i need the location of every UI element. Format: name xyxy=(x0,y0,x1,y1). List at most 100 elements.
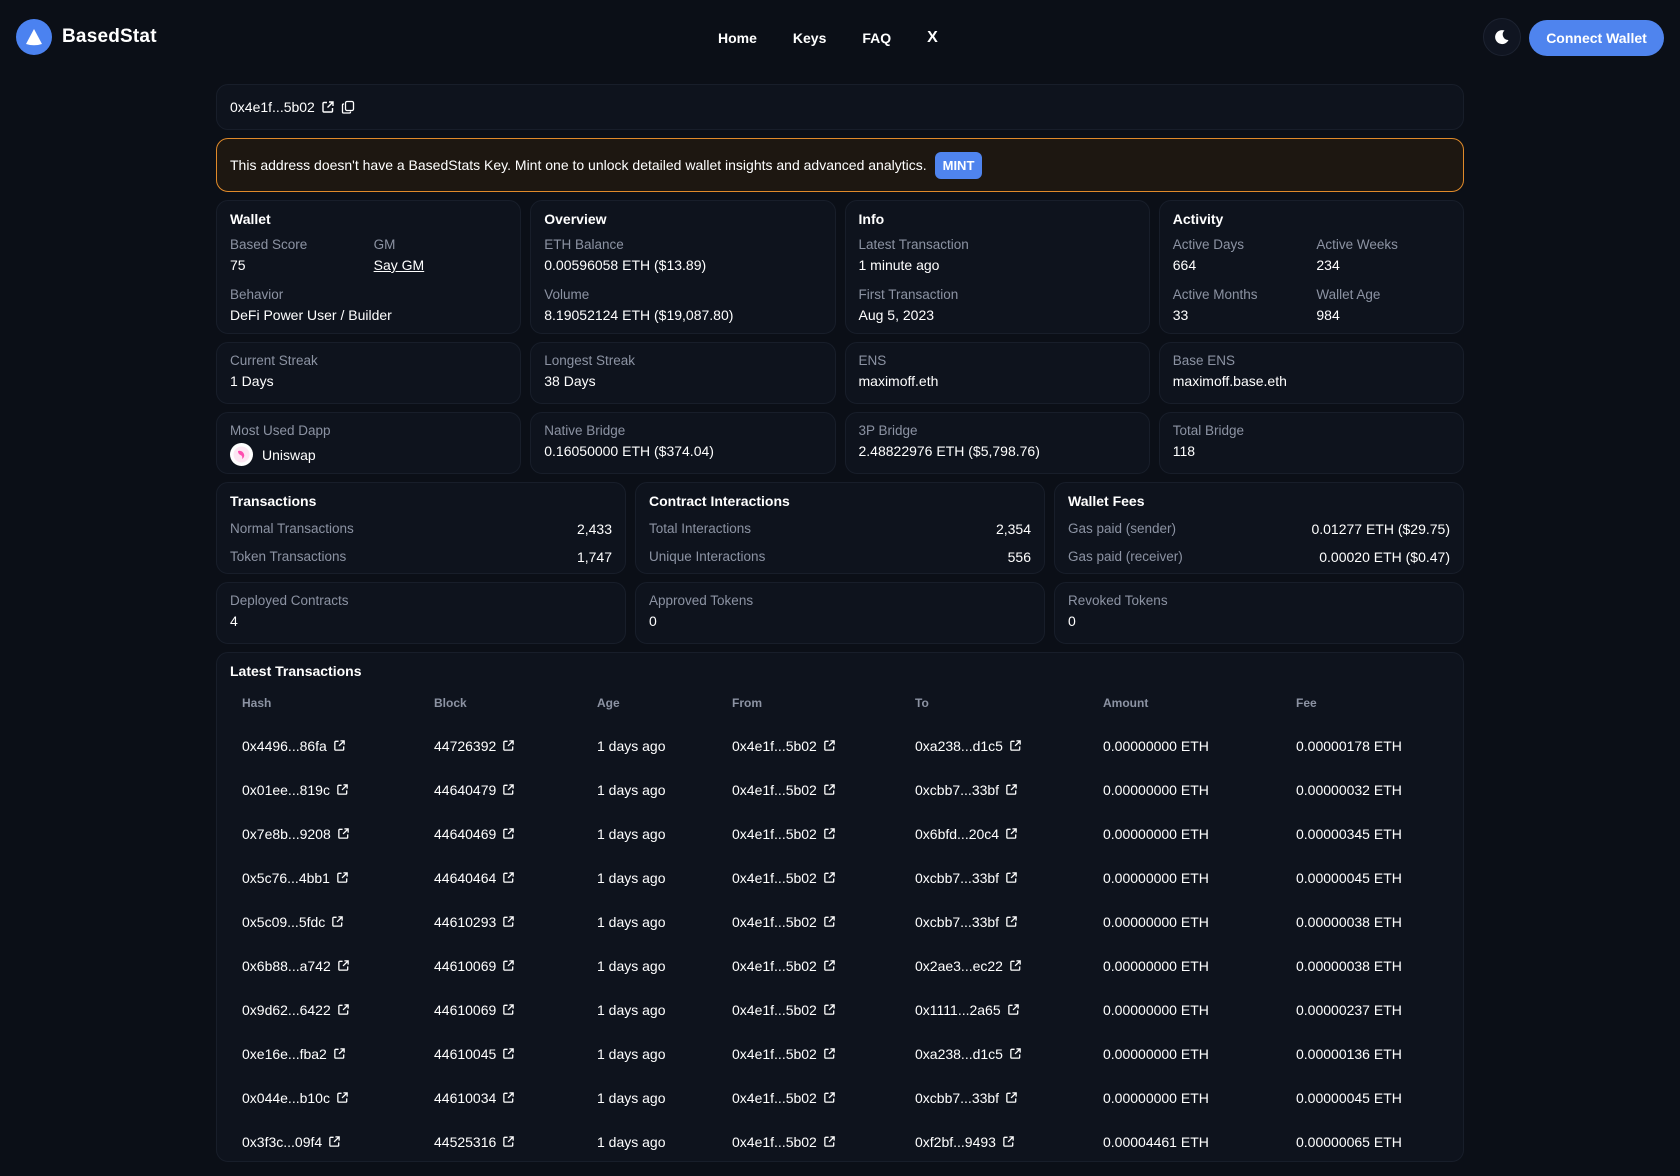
external-link-icon[interactable] xyxy=(337,959,350,972)
external-link-icon[interactable] xyxy=(337,827,350,840)
external-link-icon[interactable] xyxy=(1005,1091,1018,1104)
external-link-icon[interactable] xyxy=(502,1003,515,1016)
external-link-icon[interactable] xyxy=(823,1135,836,1148)
external-link-icon[interactable] xyxy=(502,827,515,840)
copy-icon[interactable] xyxy=(341,100,355,114)
external-link-icon[interactable] xyxy=(337,1003,350,1016)
external-link-icon[interactable] xyxy=(502,739,515,752)
from-value[interactable]: 0x4e1f...5b02 xyxy=(732,826,817,842)
hash-value[interactable]: 0x5c76...4bb1 xyxy=(242,870,330,886)
external-link-icon[interactable] xyxy=(502,1091,515,1104)
to-value[interactable]: 0xf2bf...9493 xyxy=(915,1134,996,1150)
brand[interactable]: BasedStat xyxy=(16,19,157,55)
external-link-icon[interactable] xyxy=(502,783,515,796)
external-link-icon[interactable] xyxy=(502,915,515,928)
external-link-icon[interactable] xyxy=(336,783,349,796)
external-link-icon[interactable] xyxy=(502,1047,515,1060)
to-value[interactable]: 0xa238...d1c5 xyxy=(915,1046,1003,1062)
block-value[interactable]: 44610034 xyxy=(434,1090,496,1106)
longest-streak-card: Longest Streak 38 Days xyxy=(530,342,836,404)
cell-from: 0x4e1f...5b02 xyxy=(720,988,903,1032)
external-link-icon[interactable] xyxy=(336,1091,349,1104)
external-link-icon[interactable] xyxy=(502,1135,515,1148)
from-value[interactable]: 0x4e1f...5b02 xyxy=(732,782,817,798)
external-link-icon[interactable] xyxy=(321,100,335,114)
to-value[interactable]: 0xcbb7...33bf xyxy=(915,914,999,930)
from-value[interactable]: 0x4e1f...5b02 xyxy=(732,1002,817,1018)
cell-hash: 0x01ee...819c xyxy=(230,768,422,812)
from-value[interactable]: 0x4e1f...5b02 xyxy=(732,1090,817,1106)
block-value[interactable]: 44525316 xyxy=(434,1134,496,1150)
hash-value[interactable]: 0x3f3c...09f4 xyxy=(242,1134,322,1150)
block-value[interactable]: 44610069 xyxy=(434,958,496,974)
x-social-icon[interactable]: X xyxy=(927,29,938,47)
external-link-icon[interactable] xyxy=(1005,783,1018,796)
external-link-icon[interactable] xyxy=(502,959,515,972)
block-value[interactable]: 44726392 xyxy=(434,738,496,754)
external-link-icon[interactable] xyxy=(823,827,836,840)
external-link-icon[interactable] xyxy=(1009,959,1022,972)
external-link-icon[interactable] xyxy=(823,915,836,928)
hash-value[interactable]: 0x5c09...5fdc xyxy=(242,914,325,930)
external-link-icon[interactable] xyxy=(502,871,515,884)
external-link-icon[interactable] xyxy=(1002,1135,1015,1148)
external-link-icon[interactable] xyxy=(1009,1047,1022,1060)
wallet-address[interactable]: 0x4e1f...5b02 xyxy=(230,99,315,115)
to-value[interactable]: 0x2ae3...ec22 xyxy=(915,958,1003,974)
to-value[interactable]: 0x1111...2a65 xyxy=(915,1002,1001,1018)
connect-wallet-button[interactable]: Connect Wallet xyxy=(1529,20,1664,56)
external-link-icon[interactable] xyxy=(823,783,836,796)
hash-value[interactable]: 0xe16e...fba2 xyxy=(242,1046,327,1062)
block-value[interactable]: 44610045 xyxy=(434,1046,496,1062)
external-link-icon[interactable] xyxy=(333,1047,346,1060)
nav-keys[interactable]: Keys xyxy=(793,30,826,46)
external-link-icon[interactable] xyxy=(823,871,836,884)
base-ens-value: maximoff.base.eth xyxy=(1172,373,1287,389)
from-value[interactable]: 0x4e1f...5b02 xyxy=(732,914,817,930)
say-gm-link[interactable]: Say GM xyxy=(374,257,508,273)
external-link-icon[interactable] xyxy=(333,739,346,752)
total-bridge-value: 118 xyxy=(1172,443,1196,459)
hash-value[interactable]: 0x01ee...819c xyxy=(242,782,330,798)
from-value[interactable]: 0x4e1f...5b02 xyxy=(732,958,817,974)
mint-button[interactable]: MINT xyxy=(934,151,983,179)
external-link-icon[interactable] xyxy=(1009,739,1022,752)
theme-toggle-button[interactable] xyxy=(1483,18,1521,56)
external-link-icon[interactable] xyxy=(336,871,349,884)
external-link-icon[interactable] xyxy=(823,1047,836,1060)
block-value[interactable]: 44640469 xyxy=(434,826,496,842)
external-link-icon[interactable] xyxy=(823,959,836,972)
from-value[interactable]: 0x4e1f...5b02 xyxy=(732,738,817,754)
external-link-icon[interactable] xyxy=(1005,915,1018,928)
external-link-icon[interactable] xyxy=(823,1091,836,1104)
hash-value[interactable]: 0x044e...b10c xyxy=(242,1090,330,1106)
to-value[interactable]: 0xcbb7...33bf xyxy=(915,1090,999,1106)
to-value[interactable]: 0xa238...d1c5 xyxy=(915,738,1003,754)
hash-value[interactable]: 0x4496...86fa xyxy=(242,738,327,754)
hash-value[interactable]: 0x7e8b...9208 xyxy=(242,826,331,842)
external-link-icon[interactable] xyxy=(1007,1003,1020,1016)
from-value[interactable]: 0x4e1f...5b02 xyxy=(732,1046,817,1062)
external-link-icon[interactable] xyxy=(331,915,344,928)
block-value[interactable]: 44610069 xyxy=(434,1002,496,1018)
from-value[interactable]: 0x4e1f...5b02 xyxy=(732,1134,817,1150)
hash-value[interactable]: 0x9d62...6422 xyxy=(242,1002,331,1018)
block-value[interactable]: 44640479 xyxy=(434,782,496,798)
external-link-icon[interactable] xyxy=(823,739,836,752)
nav-home[interactable]: Home xyxy=(718,30,757,46)
gas-receiver-value: 0.00020 ETH ($0.47) xyxy=(1319,549,1450,565)
block-value[interactable]: 44640464 xyxy=(434,870,496,886)
block-value[interactable]: 44610293 xyxy=(434,914,496,930)
hash-value[interactable]: 0x6b88...a742 xyxy=(242,958,331,974)
from-value[interactable]: 0x4e1f...5b02 xyxy=(732,870,817,886)
external-link-icon[interactable] xyxy=(1005,827,1018,840)
external-link-icon[interactable] xyxy=(1005,871,1018,884)
external-link-icon[interactable] xyxy=(823,1003,836,1016)
external-link-icon[interactable] xyxy=(328,1135,341,1148)
to-value[interactable]: 0xcbb7...33bf xyxy=(915,782,999,798)
cell-amount: 0.00000000 ETH xyxy=(1091,944,1284,988)
native-bridge-value: 0.16050000 ETH ($374.04) xyxy=(544,443,714,459)
to-value[interactable]: 0xcbb7...33bf xyxy=(915,870,999,886)
to-value[interactable]: 0x6bfd...20c4 xyxy=(915,826,999,842)
nav-faq[interactable]: FAQ xyxy=(862,30,891,46)
